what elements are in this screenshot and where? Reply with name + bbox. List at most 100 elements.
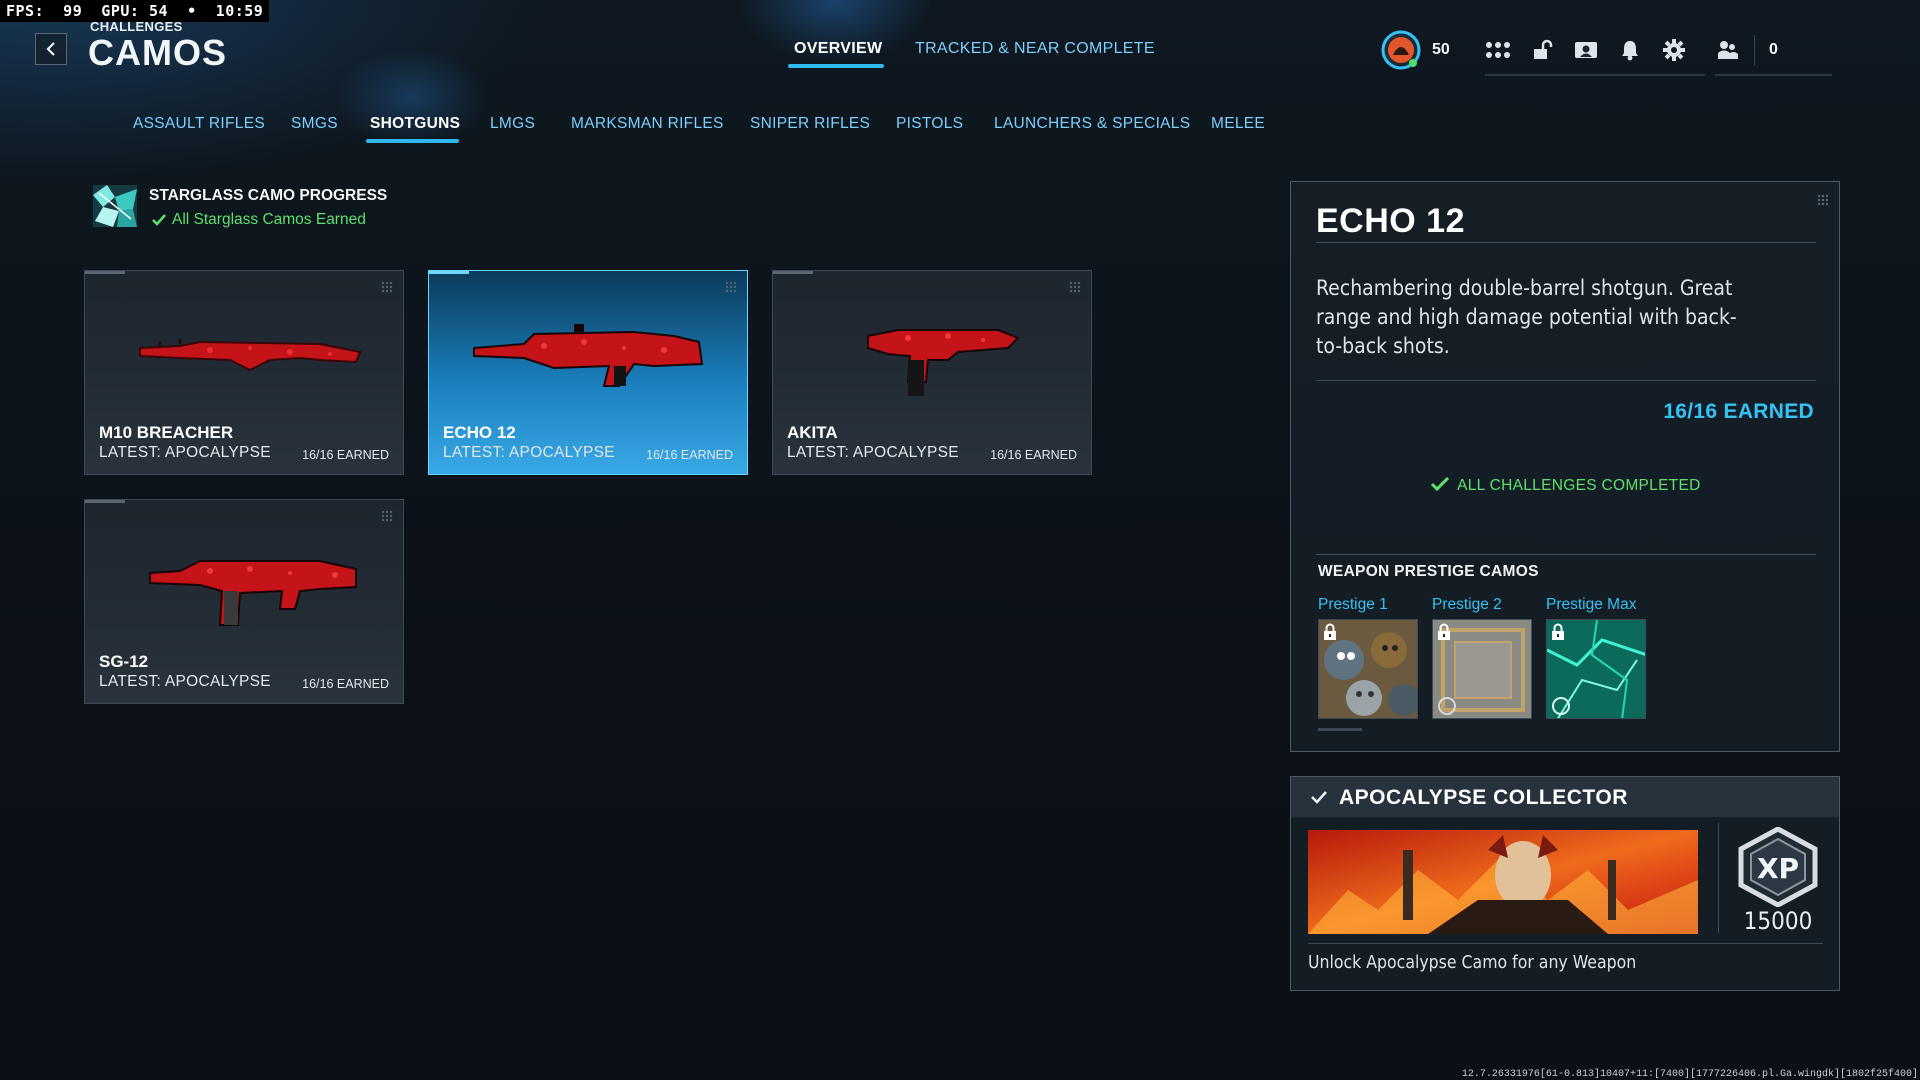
hud-bar: 50 0 [1378,24,1778,76]
apocalypse-collector-panel[interactable]: APOCALYPSE COLLECTOR XP 15000 Unlock Apo… [1290,776,1840,991]
friends-icon [1718,41,1738,59]
grid-dots-icon [381,281,393,293]
prestige-1-camo-tile[interactable] [1318,619,1418,719]
card-progress-bar [85,500,125,503]
challenges-complete-status: ALL CHALLENGES COMPLETED [1291,476,1841,495]
weapon-card-m10-breacher[interactable]: M10 BREACHER LATEST: APOCALYPSE 16/16 EA… [84,270,404,475]
back-button[interactable] [35,33,67,65]
tab-shotguns-underline [366,139,459,143]
tab-sniper-rifles[interactable]: SNIPER RIFLES [750,115,870,133]
detail-weapon-description: Rechambering double-barrel shotgun. Grea… [1316,276,1737,358]
weapon-earned-count: 16/16 EARNED [302,677,389,691]
detail-earned-count: 16/16 EARNED [1663,400,1814,423]
prestige-camos-heading: WEAPON PRESTIGE CAMOS [1318,563,1539,580]
tab-assault-rifles[interactable]: ASSAULT RIFLES [133,115,265,133]
tab-smgs[interactable]: SMGS [291,115,338,133]
tab-shotguns[interactable]: SHOTGUNS [370,115,460,133]
grid-dots-icon [1069,281,1081,293]
sg-12-image [149,560,357,626]
divider [1316,380,1816,381]
starglass-camo-icon [93,185,137,227]
detail-weapon-title: ECHO 12 [1316,202,1465,240]
prestige-max-camo-tile[interactable] [1546,619,1646,719]
tab-tracked-near-complete[interactable]: TRACKED & NEAR COMPLETE [915,40,1155,58]
lock-icon [1438,623,1450,640]
tab-overview-underline [788,64,884,68]
player-emblem-icon [1381,30,1421,70]
starglass-progress-status-text: All Starglass Camos Earned [172,211,366,228]
card-progress-bar [773,271,813,274]
tab-overview[interactable]: OVERVIEW [794,40,882,58]
lock-icon [1324,623,1336,640]
apocalypse-art-image [1308,830,1698,934]
starglass-progress-status: All Starglass Camos Earned [152,211,366,229]
grid-dots-icon [725,281,737,293]
player-level-badge[interactable] [1378,28,1424,72]
weapon-card-sg-12[interactable]: SG-12 LATEST: APOCALYPSE 16/16 EARNED [84,499,404,704]
weapon-name: M10 BREACHER [99,423,234,442]
weapon-detail-panel: ECHO 12 Rechambering double-barrel shotg… [1290,181,1840,752]
weapon-name: ECHO 12 [443,423,516,442]
tab-marksman-rifles[interactable]: MARKSMAN RIFLES [571,115,724,133]
weapon-name: AKITA [787,423,838,442]
echo-12-image [473,324,704,387]
weapon-card-echo-12[interactable]: ECHO 12 LATEST: APOCALYPSE 16/16 EARNED [428,270,748,475]
checkmark-icon [1311,791,1327,804]
notifications-button[interactable] [1608,28,1652,72]
id-card-icon [1575,42,1597,58]
grid-dots-icon [1817,194,1829,206]
collector-description: Unlock Apocalypse Camo for any Weapon [1308,953,1637,973]
divider [1316,242,1816,243]
prestige-2-label: Prestige 2 [1432,596,1502,613]
xp-badge-icon: XP [1738,827,1818,907]
xp-badge-text: XP [1757,852,1799,885]
weapon-card-akita[interactable]: AKITA LATEST: APOCALYPSE 16/16 EARNED [772,270,1092,475]
apps-menu-button[interactable] [1476,28,1520,72]
weapon-name: SG-12 [99,652,149,671]
weapon-earned-count: 16/16 EARNED [302,448,389,462]
prestige-max-label: Prestige Max [1546,596,1637,613]
collector-title: APOCALYPSE COLLECTOR [1339,786,1628,809]
hud-divider [1754,35,1755,65]
collector-xp-value: 15000 [1743,907,1813,935]
bell-icon [1622,41,1638,61]
weapon-latest-camo: LATEST: APOCALYPSE [787,444,959,461]
tab-lmgs[interactable]: LMGS [490,115,535,133]
prestige-1-label: Prestige 1 [1318,596,1388,613]
weapon-earned-count: 16/16 EARNED [646,448,733,462]
barracks-button[interactable] [1564,28,1608,72]
settings-button[interactable] [1652,28,1696,72]
social-button[interactable] [1706,28,1750,72]
prestige-2-camo-tile[interactable] [1432,619,1532,719]
tab-launchers-specials[interactable]: LAUNCHERS & SPECIALS [994,115,1190,133]
padlock-open-icon [1534,39,1553,59]
page-title: CAMOS [88,32,227,73]
challenges-complete-text: ALL CHALLENGES COMPLETED [1457,477,1701,494]
lock-icon [1552,623,1564,640]
checkmark-icon [152,214,166,226]
friends-count: 0 [1769,41,1778,58]
divider [1316,554,1816,555]
weapon-earned-count: 16/16 EARNED [990,448,1077,462]
prestige-progress-bar [1318,728,1362,731]
apocalypse-camo-banner [1308,830,1698,934]
tab-pistols[interactable]: PISTOLS [896,115,963,133]
hud-underline-left [1485,74,1705,76]
divider [1718,823,1719,933]
grid-dots-icon [381,510,393,522]
weapon-latest-camo: LATEST: APOCALYPSE [443,444,615,461]
card-progress-bar [85,271,125,274]
checkmark-icon [1431,476,1450,492]
card-progress-bar [429,271,469,274]
grid-dots-icon [1486,42,1510,58]
tab-melee[interactable]: MELEE [1211,115,1265,133]
gear-icon [1663,39,1685,61]
chevron-left-icon [46,42,55,56]
player-level: 50 [1432,41,1450,58]
weapon-latest-camo: LATEST: APOCALYPSE [99,673,271,690]
unlocks-button[interactable] [1520,28,1564,72]
divider [1308,943,1823,944]
akita-image [867,329,1020,396]
build-info: 12.7.26331976[61-0.813]10407+11:[7400][1… [1461,1069,1918,1080]
hud-underline-right [1715,74,1832,76]
